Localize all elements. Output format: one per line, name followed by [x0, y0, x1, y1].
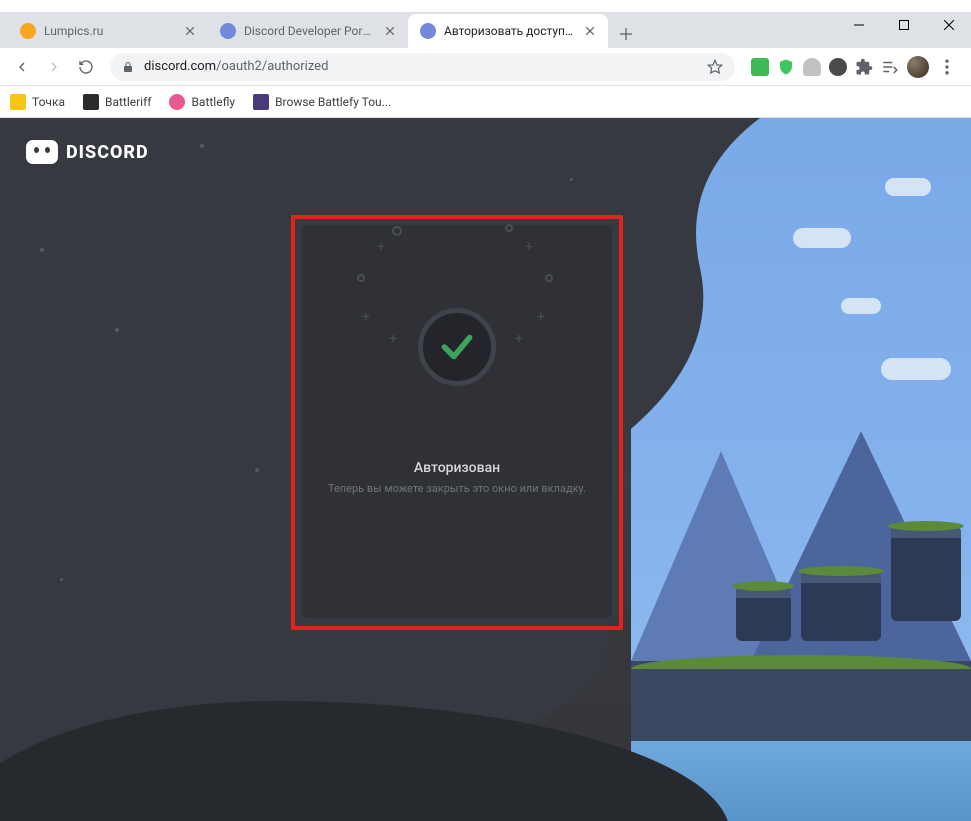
reload-button[interactable] — [72, 53, 100, 81]
ext-music-icon[interactable] — [751, 58, 769, 76]
star-decoration — [115, 328, 119, 332]
extensions-row — [745, 56, 963, 78]
window-close-button[interactable] — [926, 10, 971, 40]
window-titlebar — [0, 0, 971, 12]
favicon-icon — [20, 23, 36, 39]
star-decoration — [60, 578, 63, 581]
page-viewport: DISCORD ++++ ·++ Авторизован Теперь вы м… — [0, 118, 971, 821]
browser-menu-button[interactable] — [937, 57, 957, 77]
window-maximize-button[interactable] — [881, 10, 926, 40]
bookmark-icon — [10, 94, 26, 110]
bookmark-battlefly[interactable]: Battlefly — [169, 94, 235, 110]
ext-dark-icon[interactable] — [829, 58, 847, 76]
bookmark-tochka[interactable]: Точка — [10, 94, 65, 110]
tab-strip: Lumpics.ru Discord Developer Portal — M … — [0, 12, 971, 48]
auth-success-card: ++++ ·++ Авторизован Теперь вы можете за… — [302, 225, 612, 618]
tab-title: Lumpics.ru — [44, 24, 174, 38]
address-bar[interactable]: discord.com/oauth2/authorized — [110, 53, 735, 81]
bookmark-label: Battleriff — [105, 95, 151, 109]
tab-lumpics[interactable]: Lumpics.ru — [8, 14, 208, 48]
star-decoration — [255, 468, 259, 472]
window-controls — [836, 10, 971, 40]
lock-icon — [122, 61, 134, 73]
bookmark-icon — [83, 94, 99, 110]
bookmark-label: Точка — [32, 95, 65, 109]
bookmark-label: Browse Battlefy Tou... — [275, 95, 391, 109]
tab-title: Discord Developer Portal — M — [244, 24, 374, 38]
tab-authorize[interactable]: Авторизовать доступ к ваше — [408, 14, 608, 48]
back-button[interactable] — [8, 53, 36, 81]
bookmark-battleriff[interactable]: Battleriff — [83, 94, 151, 110]
bookmark-icon — [169, 94, 185, 110]
ext-ghost-icon[interactable] — [803, 58, 821, 76]
toolbar: discord.com/oauth2/authorized — [0, 48, 971, 86]
bookmark-star-icon[interactable] — [707, 59, 723, 75]
profile-avatar[interactable] — [907, 56, 929, 78]
discord-logo[interactable]: DISCORD — [26, 140, 149, 164]
tab-close-button[interactable] — [582, 23, 598, 39]
new-tab-button[interactable] — [612, 20, 640, 48]
bookmark-icon — [253, 94, 269, 110]
favicon-icon — [420, 23, 436, 39]
star-decoration — [200, 144, 204, 148]
window-minimize-button[interactable] — [836, 10, 881, 40]
auth-title: Авторизован — [414, 460, 500, 476]
forward-button[interactable] — [40, 53, 68, 81]
success-check-icon — [418, 308, 496, 386]
tab-close-button[interactable] — [182, 23, 198, 39]
discord-wordmark: DISCORD — [66, 142, 149, 163]
favicon-icon — [220, 23, 236, 39]
bookmarks-bar: Точка Battleriff Battlefly Browse Battle… — [0, 86, 971, 118]
discord-mark-icon — [26, 140, 58, 164]
tab-discord-dev[interactable]: Discord Developer Portal — M — [208, 14, 408, 48]
tab-title: Авторизовать доступ к ваше — [444, 24, 574, 38]
ext-puzzle-icon[interactable] — [855, 58, 873, 76]
bookmark-label: Battlefly — [191, 95, 235, 109]
ext-shield-icon[interactable] — [777, 58, 795, 76]
bookmark-battlefy[interactable]: Browse Battlefy Tou... — [253, 94, 391, 110]
star-decoration — [570, 178, 573, 181]
readlist-icon[interactable] — [881, 58, 899, 76]
auth-subtitle: Теперь вы можете закрыть это окно или вк… — [328, 482, 586, 495]
star-decoration — [40, 248, 44, 252]
url-text: discord.com/oauth2/authorized — [144, 59, 697, 74]
tab-close-button[interactable] — [382, 23, 398, 39]
